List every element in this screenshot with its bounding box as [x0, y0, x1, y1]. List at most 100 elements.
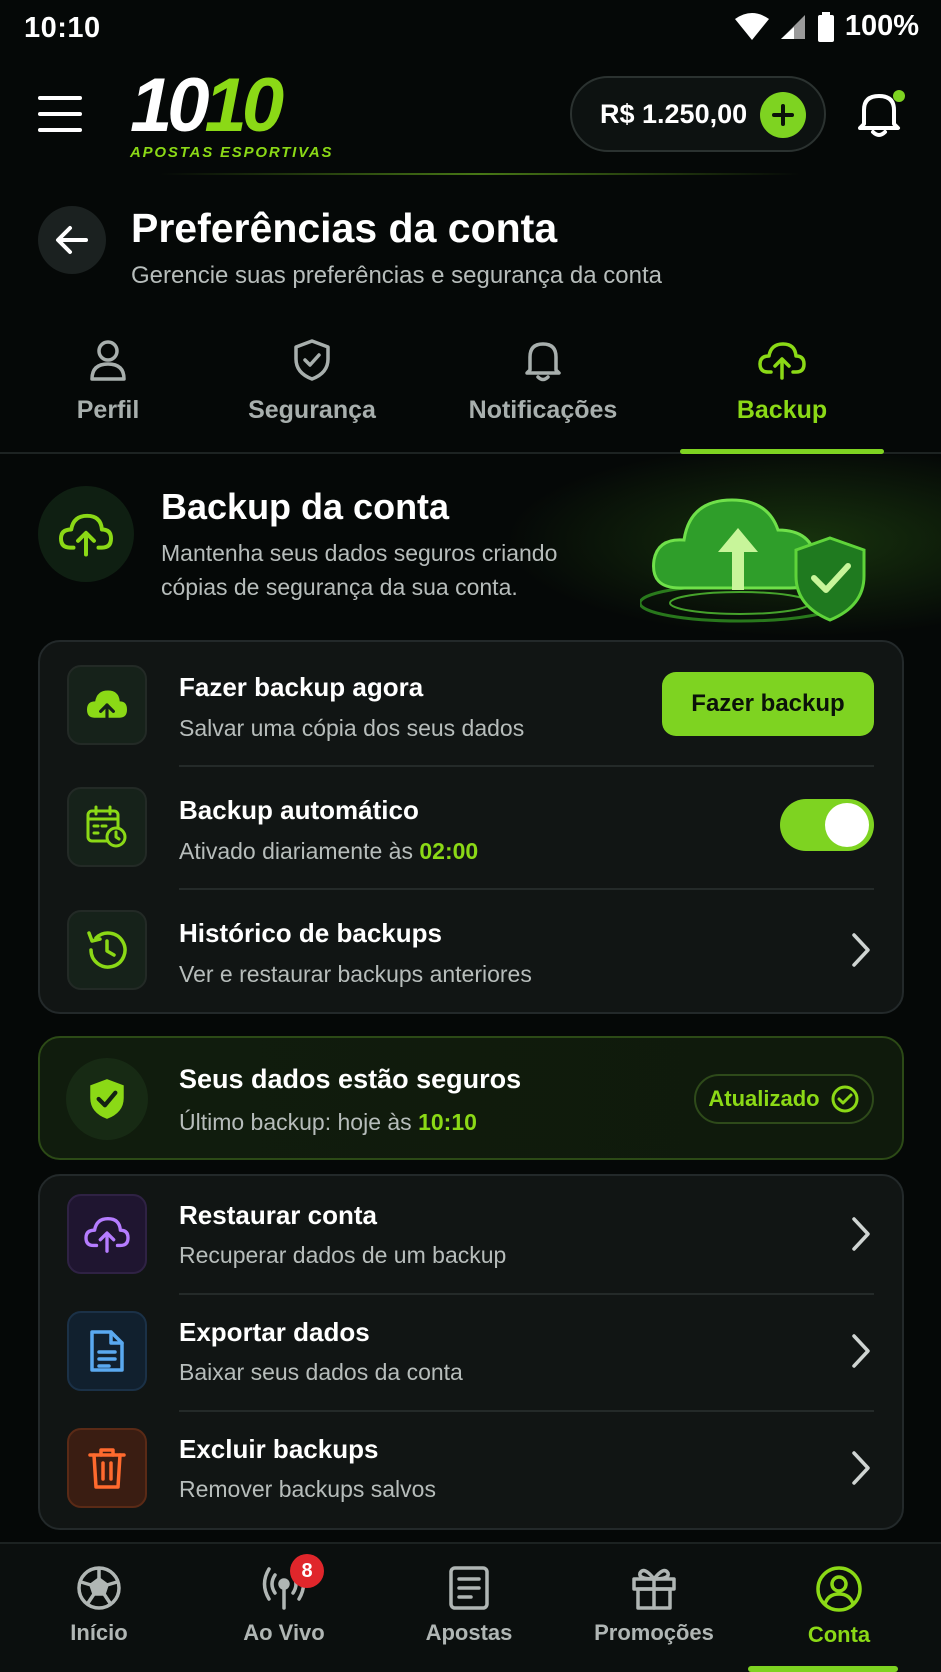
ticket-icon [449, 1566, 489, 1610]
balance-amount: R$ 1.250,00 [600, 98, 748, 129]
menu-button[interactable] [38, 96, 82, 132]
tab-backup[interactable]: Backup [702, 338, 862, 454]
active-nav-indicator [748, 1666, 898, 1672]
tab-label: Segurança [248, 396, 376, 424]
delete-subtitle: Remover backups salvos [179, 1476, 436, 1502]
active-tab-indicator [680, 449, 884, 454]
chevron-right-icon [852, 1451, 870, 1485]
plus-icon [772, 104, 794, 126]
status-time: 10:10 [24, 12, 101, 44]
backup-now-row: Fazer backup agora Salvar uma cópia dos … [40, 642, 902, 762]
account-actions-card: Restaurar conta Recuperar dados de um ba… [38, 1174, 904, 1530]
nav-ao-vivo[interactable]: Ao Vivo [209, 1564, 359, 1664]
toggle-knob [825, 803, 869, 847]
bell-icon [525, 342, 561, 382]
tab-label: Notificações [468, 396, 618, 424]
export-data-row[interactable]: Exportar dados Baixar seus dados da cont… [40, 1293, 902, 1411]
shield-check-icon [90, 1079, 124, 1119]
auto-backup-subtitle-prefix: Ativado diariamente às [179, 838, 413, 864]
check-circle-icon [831, 1085, 859, 1113]
cloud-upload-icon [87, 690, 127, 723]
secure-title: Seus dados estão seguros [179, 1064, 522, 1094]
history-icon [87, 931, 127, 969]
data-secure-card: Seus dados estão seguros Último backup: … [38, 1036, 904, 1160]
shield-icon [294, 339, 330, 381]
backup-now-title: Fazer backup agora [179, 672, 424, 702]
backup-now-icon-box [67, 665, 147, 745]
cloud-shield-illustration [638, 478, 880, 628]
chevron-right-icon [852, 1334, 870, 1368]
logo-text-accent: 10 [204, 63, 285, 148]
calendar-clock-icon [86, 805, 127, 848]
last-backup-prefix: Último backup: hoje às [179, 1109, 412, 1135]
hero-icon [38, 486, 134, 582]
live-count-badge: 8 [290, 1554, 324, 1588]
chevron-right-icon [852, 1217, 870, 1251]
export-subtitle: Baixar seus dados da conta [179, 1359, 463, 1385]
gift-icon [632, 1568, 676, 1610]
delete-title: Excluir backups [179, 1434, 379, 1464]
export-icon-box [67, 1311, 147, 1391]
tab-perfil[interactable]: Perfil [28, 338, 188, 454]
battery-percent: 100% [844, 10, 919, 42]
restore-title: Restaurar conta [179, 1200, 377, 1230]
tab-seguranca[interactable]: Segurança [232, 338, 392, 454]
tab-notificacoes[interactable]: Notificações [453, 338, 633, 454]
backup-now-subtitle: Salvar uma cópia dos seus dados [179, 715, 525, 741]
back-button[interactable] [38, 206, 106, 274]
chevron-right-icon [852, 933, 870, 967]
soccer-ball-icon [77, 1566, 121, 1610]
user-circle-icon [816, 1566, 862, 1612]
nav-inicio[interactable]: Início [24, 1564, 174, 1664]
cloud-upload-icon [59, 513, 113, 557]
balance-pill[interactable]: R$ 1.250,00 [570, 76, 826, 152]
tab-label: Perfil [76, 396, 140, 424]
hero-description: Mantenha seus dados seguros criando cópi… [161, 540, 558, 600]
cloud-upload-icon [758, 342, 806, 380]
auto-backup-row: Backup automático Ativado diariamente às… [40, 765, 902, 885]
do-backup-button[interactable]: Fazer backup [662, 672, 874, 736]
bottom-navigation: Início Ao Vivo Apostas Promoções Conta [0, 1542, 941, 1672]
arrow-left-icon [56, 226, 88, 254]
delete-icon-box [67, 1428, 147, 1508]
backup-options-card: Fazer backup agora Salvar uma cópia dos … [38, 640, 904, 1014]
secure-icon-circle [66, 1058, 148, 1140]
secure-subtitle: Último backup: hoje às 10:10 [179, 1109, 477, 1136]
wifi-icon [734, 12, 769, 40]
nav-conta[interactable]: Conta [764, 1564, 914, 1664]
nav-apostas[interactable]: Apostas [394, 1564, 544, 1664]
status-badge: Atualizado [694, 1074, 874, 1124]
menu-icon [38, 96, 82, 100]
add-funds-button[interactable] [760, 92, 806, 138]
auto-backup-subtitle: Ativado diariamente às 02:00 [179, 838, 478, 865]
signal-icon [780, 14, 805, 39]
logo-text: 10 [130, 63, 210, 148]
page-title: Preferências da conta [131, 205, 558, 251]
restore-subtitle: Recuperar dados de um backup [179, 1242, 507, 1268]
status-badge-label: Atualizado [708, 1086, 820, 1111]
history-subtitle: Ver e restaurar backups anteriores [179, 961, 532, 987]
backup-history-row[interactable]: Histórico de backups Ver e restaurar bac… [40, 888, 902, 1008]
status-icons: 100% [734, 10, 919, 43]
notification-dot [893, 90, 905, 102]
tab-label: Backup [736, 396, 828, 424]
export-title: Exportar dados [179, 1317, 370, 1347]
user-icon [90, 340, 126, 381]
nav-label: Ao Vivo [243, 1620, 325, 1645]
document-icon [90, 1330, 124, 1372]
delete-backups-row[interactable]: Excluir backups Remover backups salvos [40, 1410, 902, 1528]
logo-subtitle: APOSTAS ESPORTIVAS [130, 144, 334, 161]
nav-label: Promoções [594, 1620, 714, 1645]
history-title: Histórico de backups [179, 918, 442, 948]
auto-backup-toggle[interactable] [780, 799, 874, 851]
logo[interactable]: 1010 APOSTAS ESPORTIVAS [130, 68, 350, 162]
nav-label: Conta [807, 1622, 871, 1647]
history-icon-box [67, 910, 147, 990]
restore-account-row[interactable]: Restaurar conta Recuperar dados de um ba… [40, 1176, 902, 1294]
nav-promocoes[interactable]: Promoções [579, 1564, 729, 1664]
page-subtitle: Gerencie suas preferências e segurança d… [131, 262, 662, 289]
auto-backup-title: Backup automático [179, 795, 419, 825]
header-divider [160, 173, 800, 175]
battery-icon [817, 11, 834, 42]
last-backup-time: 10:10 [418, 1109, 477, 1135]
